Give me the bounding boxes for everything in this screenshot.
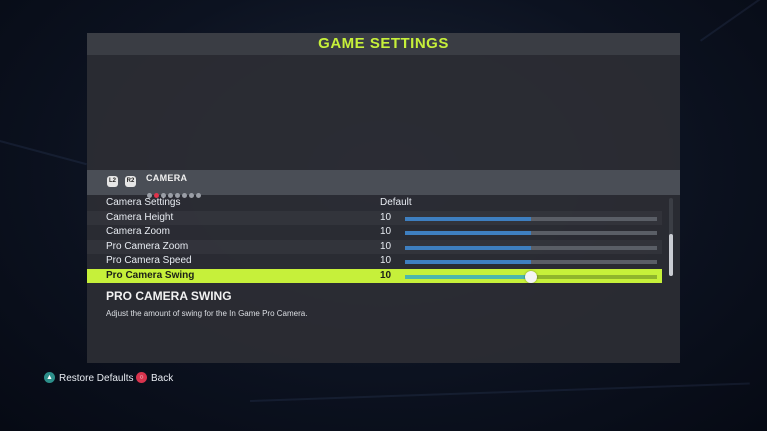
settings-row[interactable]: Pro Camera Swing 10 [87, 268, 662, 283]
section-title: CAMERA [146, 173, 188, 183]
slider-fill [405, 245, 531, 250]
circle-button-icon: ○ [136, 371, 147, 383]
slider-fill [405, 216, 531, 221]
section-header: L2 R2 CAMERA [87, 170, 680, 198]
setting-slider[interactable] [405, 260, 657, 264]
back-button[interactable]: ○ Back [136, 371, 174, 385]
r2-bumper-icon[interactable]: R2 [125, 176, 136, 187]
restore-defaults-label: Restore Defaults [59, 373, 134, 384]
setting-value: 10 [380, 211, 392, 223]
back-label: Back [151, 373, 174, 384]
page-indicator [147, 185, 203, 198]
background-streak [0, 140, 87, 166]
setting-value: 10 [380, 255, 392, 266]
setting-value: 10 [380, 269, 392, 281]
settings-row[interactable]: Pro Camera Speed 10 [87, 254, 662, 268]
settings-row[interactable]: Camera Height 10 [87, 210, 662, 225]
restore-defaults-button[interactable]: ▲ Restore Defaults [44, 371, 134, 385]
description-text: Adjust the amount of swing for the In Ga… [106, 309, 308, 318]
setting-label: Camera Zoom [106, 226, 170, 237]
background-streak [700, 0, 767, 42]
page-title: GAME SETTINGS [87, 33, 680, 55]
setting-slider[interactable] [405, 216, 657, 221]
setting-label: Pro Camera Zoom [106, 240, 189, 252]
settings-header-row[interactable]: Camera Settings Default [87, 196, 662, 210]
slider-knob[interactable] [525, 270, 537, 283]
settings-row[interactable]: Camera Zoom 10 [87, 225, 662, 239]
slider-fill [405, 260, 531, 264]
setting-slider[interactable] [405, 245, 657, 250]
scrollbar[interactable] [669, 198, 673, 276]
setting-slider[interactable] [405, 231, 657, 235]
settings-row[interactable]: Pro Camera Zoom 10 [87, 239, 662, 254]
description-title: PRO CAMERA SWING [106, 289, 232, 303]
setting-value: 10 [380, 240, 392, 252]
slider-fill [405, 231, 531, 235]
setting-label: Camera Height [106, 211, 174, 223]
setting-slider[interactable] [405, 270, 657, 283]
background-streak [250, 382, 750, 402]
game-settings-panel: GAME SETTINGS L2 R2 CAMERA Camera Settin… [87, 33, 680, 363]
setting-value: 10 [380, 226, 392, 237]
slider-fill [405, 274, 531, 279]
triangle-button-icon: ▲ [44, 371, 55, 383]
scrollbar-thumb[interactable] [669, 234, 673, 276]
setting-label: Pro Camera Speed [106, 255, 192, 266]
setting-label: Pro Camera Swing [106, 269, 195, 281]
setting-label: Camera Settings [106, 197, 181, 208]
l2-bumper-icon[interactable]: L2 [107, 176, 118, 187]
setting-value: Default [380, 197, 412, 208]
